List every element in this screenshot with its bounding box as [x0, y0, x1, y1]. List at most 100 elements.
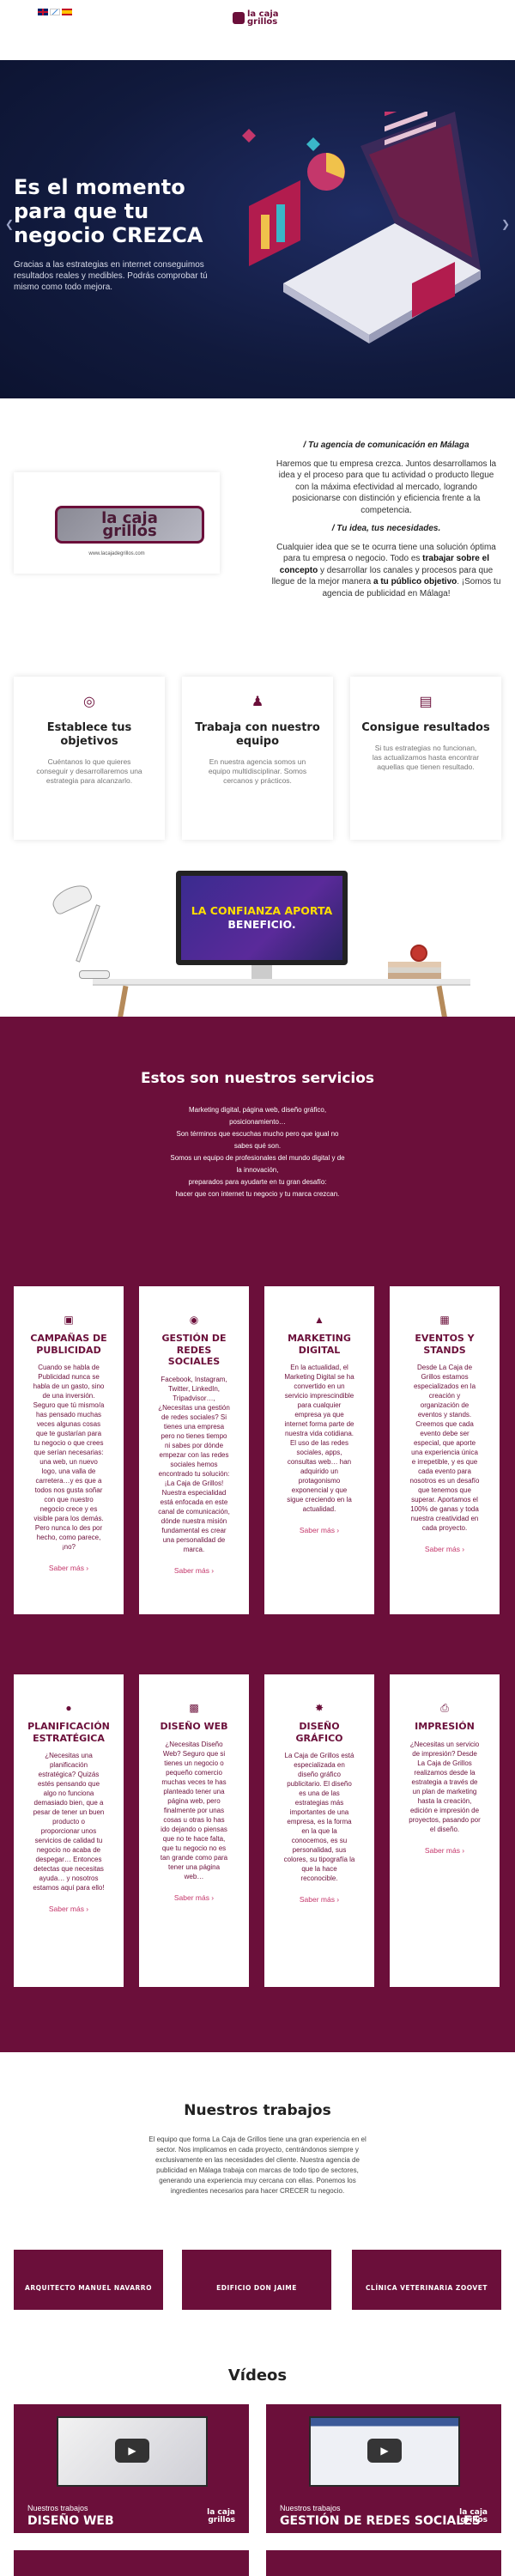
service-text: La Caja de Grillos está especializada en…	[283, 1752, 355, 1882]
service-title: CAMPAÑAS DE PUBLICIDAD	[30, 1333, 107, 1356]
service-card-strategy: ● PLANIFICACIÓN ESTRATÉGICA ¿Necesitas u…	[14, 1674, 124, 1987]
video-card[interactable]: ▶ Nuestros trabajos DISEÑO WEB la caja gr…	[14, 2404, 249, 2533]
service-text: ¿Necesitas Diseño Web? Seguro que si tie…	[160, 1740, 228, 1880]
monitor-stand	[251, 965, 272, 979]
lamp-shade	[49, 880, 94, 916]
works-title: Nuestros trabajos	[184, 2102, 331, 2119]
service-title: MARKETING DIGITAL	[288, 1333, 351, 1356]
service-more-link[interactable]: Saber más ›	[14, 1905, 124, 1913]
service-more-link[interactable]: Saber más ›	[390, 1545, 500, 1553]
service-text: ¿Necesitas un servicio de impresión? Des…	[409, 1740, 481, 1833]
video-card-partial[interactable]	[266, 2550, 501, 2576]
feature-title: Trabaja con nuestro equipo	[195, 721, 320, 748]
intro-logo-card: la caja grillos www.lacajadegrillos.com	[14, 472, 220, 574]
ad-icon: ▣	[64, 1314, 74, 1326]
service-more-link[interactable]: Saber más ›	[139, 1893, 249, 1902]
work-title: ARQUITECTO MANUEL NAVARRO	[25, 2283, 152, 2292]
team-icon: ♟	[251, 695, 264, 709]
feature-text: Si tus estrategias no funcionan, las act…	[372, 744, 480, 771]
services-section: Estos son nuestros servicios Marketing d…	[0, 1017, 515, 2052]
service-card-events: ▦ EVENTOS Y STANDS Desde La Caja de Gril…	[390, 1286, 500, 1614]
service-more-link[interactable]: Saber más ›	[264, 1895, 374, 1904]
chevron-left-icon[interactable]: ❮	[5, 218, 14, 230]
service-title: GESTIÓN DE REDES SOCIALES	[161, 1333, 227, 1367]
features-section: ◎ Establece tus objetivos Cuéntanos lo q…	[0, 656, 515, 854]
video-caption: Nuestros trabajos	[280, 2504, 341, 2512]
service-title: EVENTOS Y STANDS	[415, 1333, 475, 1356]
language-switcher	[38, 9, 72, 15]
feature-card-team: ♟ Trabaja con nuestro equipo En nuestra …	[182, 677, 333, 840]
table-top	[93, 979, 470, 986]
palette-icon: ✸	[314, 1702, 324, 1714]
lightbulb-icon: ●	[65, 1702, 72, 1714]
lamp-base	[79, 970, 110, 979]
intro-logo-image: la caja grillos	[55, 506, 204, 544]
service-title: DISEÑO WEB	[160, 1721, 228, 1732]
intro-tagline: / Tu agencia de comunicación en Málaga	[303, 440, 470, 450]
screen-line-2: BENEFICIO.	[227, 918, 296, 931]
services-intro: Marketing digital, página web, diseño gr…	[170, 1106, 345, 1198]
flag-galician-icon[interactable]	[50, 9, 60, 15]
intro-text: / Tu agencia de comunicación en Málaga H…	[271, 440, 501, 606]
service-card-social-media: ◉ GESTIÓN DE REDES SOCIALES Facebook, In…	[139, 1286, 249, 1614]
work-title: CLÍNICA VETERINARIA ZOOVET	[366, 2283, 488, 2292]
report-icon: ▤	[419, 695, 433, 709]
site-logo[interactable]: la caja grillos	[233, 7, 284, 29]
video-caption: Nuestros trabajos	[27, 2504, 88, 2512]
videos-section: Vídeos ▶ Nuestros trabajos DISEÑO WEB la…	[0, 2310, 515, 2576]
intro-section: la caja grillos www.lacajadegrillos.com /…	[0, 398, 515, 656]
calendar-icon: ▦	[439, 1314, 450, 1326]
table-leg	[436, 985, 448, 1017]
video-logo: la caja grillos	[207, 2508, 235, 2524]
service-more-link[interactable]: Saber más ›	[390, 1846, 500, 1855]
service-text: Facebook, Instagram, Twitter, LinkedIn, …	[158, 1375, 230, 1553]
logo-line-2: grillos	[247, 17, 278, 27]
hero-title: Es el momento para que tu negocio CREZCA	[14, 175, 203, 247]
flag-spanish-icon[interactable]	[62, 9, 72, 15]
service-more-link[interactable]: Saber más ›	[139, 1566, 249, 1575]
table-leg	[117, 985, 129, 1017]
intro-paragraph-1: Haremos que tu empresa crezca. Juntos de…	[276, 459, 497, 515]
intro-logo-url: www.lacajadegrillos.com	[88, 551, 145, 556]
intro-ideas-tag: / Tu idea, tus necesidades.	[331, 524, 441, 533]
facebook-icon: ◉	[189, 1314, 199, 1326]
service-title: IMPRESIÓN	[415, 1721, 475, 1732]
service-title: DISEÑO GRÁFICO	[295, 1721, 343, 1744]
service-more-link[interactable]: Saber más ›	[264, 1526, 374, 1534]
video-title: DISEÑO WEB	[27, 2514, 114, 2528]
target-icon: ◎	[83, 695, 95, 709]
monitor-screen: LA CONFIANZA APORTA BENEFICIO.	[181, 876, 342, 960]
megaphone-icon: ▲	[314, 1314, 324, 1326]
services-title: Estos son nuestros servicios	[140, 1070, 375, 1087]
feature-text: En nuestra agencia somos un equipo multi…	[208, 757, 307, 785]
flag-english-icon[interactable]	[38, 9, 48, 15]
service-card-digital-marketing: ▲ MARKETING DIGITAL En la actualidad, el…	[264, 1286, 374, 1614]
hero-subtitle: Gracias a las estrategias en internet co…	[14, 260, 208, 292]
feature-title: Establece tus objetivos	[46, 721, 132, 748]
logo-mark-icon	[233, 12, 245, 24]
video-card-partial[interactable]	[14, 2550, 249, 2576]
service-more-link[interactable]: Saber más ›	[14, 1564, 124, 1572]
books	[388, 962, 441, 979]
hero-slider: ❮ ❯ Es el momento para que tu negocio CR…	[0, 60, 515, 398]
feature-text: Cuéntanos lo que quieres conseguir y des…	[36, 757, 142, 785]
service-card-advertising: ▣ CAMPAÑAS DE PUBLICIDAD Cuando se habla…	[14, 1286, 124, 1614]
feature-card-results: ▤ Consigue resultados Si tus estrategias…	[350, 677, 501, 840]
service-card-web-design: ▩ DISEÑO WEB ¿Necesitas Diseño Web? Segu…	[139, 1674, 249, 1987]
video-card[interactable]: ▶ Nuestros trabajos GESTIÓN DE REDES SOC…	[266, 2404, 501, 2533]
desk-image: LA CONFIANZA APORTA BENEFICIO.	[0, 854, 515, 1017]
service-card-printing: ⎙ IMPRESIÓN ¿Necesitas un servicio de im…	[390, 1674, 500, 1987]
laptop-illustration	[242, 112, 481, 343]
feature-card-objectives: ◎ Establece tus objetivos Cuéntanos lo q…	[14, 677, 165, 840]
videos-title: Vídeos	[227, 2366, 288, 2385]
play-icon[interactable]: ▶	[367, 2439, 402, 2463]
works-text: El equipo que forma La Caja de Grillos t…	[148, 2136, 367, 2195]
chevron-right-icon[interactable]: ❯	[501, 218, 510, 230]
intro-paragraph-2: Cualquier idea que se te ocurra tiene un…	[271, 542, 501, 598]
play-icon[interactable]: ▶	[115, 2439, 149, 2463]
feature-title: Consigue resultados	[361, 721, 490, 734]
work-title: EDIFICIO DON JAIME	[216, 2283, 297, 2292]
service-title: PLANIFICACIÓN ESTRATÉGICA	[27, 1721, 110, 1744]
service-card-graphic-design: ✸ DISEÑO GRÁFICO La Caja de Grillos está…	[264, 1674, 374, 1987]
service-text: ¿Necesitas una planificación estratégica…	[33, 1752, 105, 1892]
